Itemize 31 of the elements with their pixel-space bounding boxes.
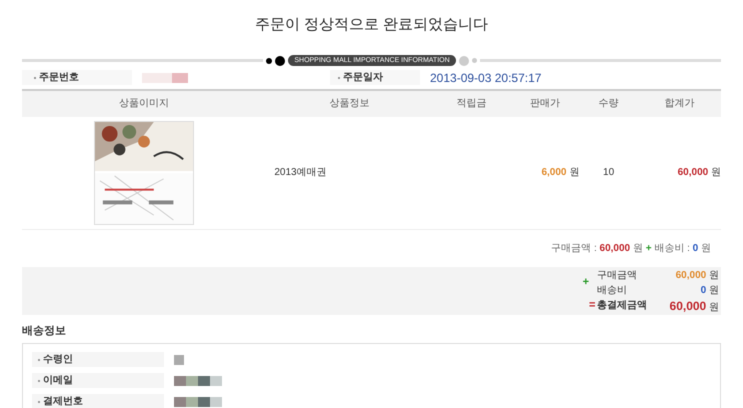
field-label: 이메일 <box>43 374 73 388</box>
total-price: 60,000 원 <box>676 166 721 180</box>
total-label: 구매금액 <box>597 269 638 283</box>
column-header: 상품정보 <box>328 97 370 111</box>
page-title: 주문이 정상적으로 완료되었습니다 <box>254 15 488 35</box>
field-label: 수령인 <box>43 353 73 367</box>
field-label: 주문일자 <box>343 71 383 85</box>
column-header: 합계가 <box>663 97 696 111</box>
blurred-value <box>174 396 222 408</box>
blurred-value <box>174 374 222 386</box>
equals-sign: = <box>589 298 596 314</box>
total-label: 배송비 <box>597 284 628 298</box>
section-title: 배송정보 <box>22 324 67 338</box>
column-header: 수량 <box>598 97 620 111</box>
product-name: 2013예매권 <box>273 166 328 180</box>
total-value: 60,000 원 <box>674 269 719 283</box>
field-label: 주문번호 <box>39 71 79 85</box>
blurred-value <box>142 72 188 84</box>
column-header: 적립금 <box>456 97 488 111</box>
plus-sign: + <box>582 275 589 290</box>
total-value: 0 원 <box>700 284 719 298</box>
summary-text: 구매금액 : 60,000 원 + 배송비 : 0 원 <box>551 242 711 256</box>
order-date: 2013-09-03 20:57:17 <box>430 70 542 86</box>
total-value: 60,000 원 <box>668 298 719 314</box>
column-header: 판매가 <box>529 97 562 111</box>
quantity: 10 <box>602 166 616 180</box>
total-label: 총결제금액 <box>597 299 648 313</box>
column-header: 상품이미지 <box>118 97 170 111</box>
unit-price: 6,000 원 <box>540 166 580 180</box>
field-label: 결제번호 <box>43 395 83 408</box>
blurred-value <box>174 354 184 366</box>
